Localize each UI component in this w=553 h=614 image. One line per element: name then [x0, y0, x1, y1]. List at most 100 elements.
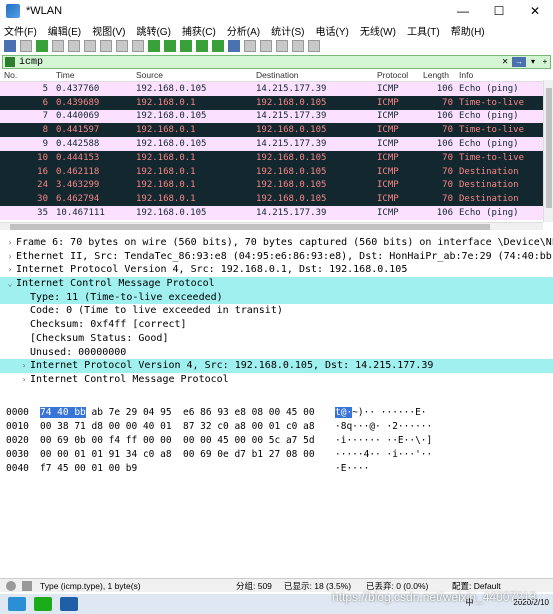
packet-row[interactable]: 5 0.437760 192.168.0.105 14.215.177.39 ICMP 1… — [0, 82, 553, 96]
bytes-ascii-rest[interactable]: ·i······ ··E··\·] — [335, 435, 432, 446]
menu-edit[interactable]: 编辑(E) — [48, 23, 81, 38]
close-file-icon[interactable] — [100, 40, 112, 52]
menu-go[interactable]: 跳转(G) — [136, 23, 170, 38]
packet-row[interactable]: 10 0.444153 192.168.0.1 192.168.0.105 ICMP 70… — [0, 150, 553, 165]
bytes-hex-rest[interactable]: 00 00 01 01 91 34 c0 a8 00 69 0e d7 b1 2… — [40, 449, 315, 460]
detail-tree-item[interactable]: Type: 11 (Time-to-live exceeded) — [0, 290, 553, 305]
col-header-info[interactable]: Info — [455, 70, 541, 81]
bytes-hex-selected[interactable]: 74 40 bb — [40, 407, 86, 418]
packet-list-hscrollbar[interactable] — [0, 222, 543, 230]
expand-arrow-icon[interactable]: ⌄ — [4, 277, 16, 291]
zoom-in-icon[interactable] — [260, 40, 272, 52]
packet-row[interactable]: 7 0.440069 192.168.0.105 14.215.177.39 ICMP 1… — [0, 109, 553, 124]
col-header-length[interactable]: Length — [419, 70, 455, 81]
close-button[interactable]: ✕ — [517, 0, 553, 22]
display-filter-input[interactable] — [18, 56, 499, 68]
menu-telephony[interactable]: 电话(Y) — [316, 23, 349, 38]
detail-tree-item[interactable]: › Internet Protocol Version 4, Src: 192.1… — [0, 263, 553, 277]
apply-filter-button[interactable]: → — [512, 57, 527, 67]
bytes-hex[interactable]: f7 45 00 01 00 b9 — [40, 462, 335, 476]
go-forward-icon[interactable] — [164, 40, 176, 52]
bytes-hex[interactable]: 00 38 71 d8 00 00 40 01 87 32 c0 a8 00 0… — [40, 420, 335, 434]
packet-row[interactable]: 30 6.462794 192.168.0.1 192.168.0.105 ICMP 70… — [0, 192, 553, 207]
bytes-ascii-rest[interactable]: ~)·· ······E· — [352, 407, 426, 418]
col-header-no[interactable]: No. — [0, 70, 52, 81]
menu-tools[interactable]: 工具(T) — [407, 23, 440, 38]
menu-analyze[interactable]: 分析(A) — [227, 23, 260, 38]
expand-arrow-icon[interactable]: › — [4, 236, 16, 250]
menu-wireless[interactable]: 无线(W) — [360, 23, 396, 38]
go-last-icon[interactable] — [212, 40, 224, 52]
packet-row[interactable]: 16 0.462118 192.168.0.1 192.168.0.105 ICMP 70… — [0, 164, 553, 179]
menu-statistics[interactable]: 统计(S) — [271, 23, 304, 38]
add-filter-button[interactable]: + — [540, 57, 550, 67]
go-first-icon[interactable] — [196, 40, 208, 52]
col-header-protocol[interactable]: Protocol — [373, 70, 419, 81]
capture-comment-icon[interactable] — [22, 580, 32, 591]
detail-tree-item[interactable]: › Internet Control Message Protocol — [0, 373, 553, 387]
col-header-source[interactable]: Source — [132, 70, 252, 81]
wireshark-taskbar-icon[interactable] — [60, 597, 78, 611]
zoom-out-icon[interactable] — [276, 40, 288, 52]
bytes-hex[interactable]: 00 69 0b 00 f4 ff 00 00 00 00 45 00 00 5… — [40, 434, 335, 448]
col-header-destination[interactable]: Destination — [252, 70, 373, 81]
browser-taskbar-icon[interactable] — [8, 597, 26, 611]
bytes-hex-rest[interactable]: f7 45 00 01 00 b9 — [40, 463, 137, 474]
bytes-ascii[interactable]: ·i······ ··E··\·] — [335, 434, 535, 448]
bytes-ascii-rest[interactable]: ·····4·· ·i···'·· — [335, 449, 432, 460]
capture-options-icon[interactable] — [52, 40, 64, 52]
bytes-ascii-rest[interactable]: ·E···· — [335, 463, 369, 474]
detail-tree-item[interactable]: › Internet Protocol Version 4, Src: 192.1… — [0, 359, 553, 373]
save-file-icon[interactable] — [84, 40, 96, 52]
filter-dropdown-button[interactable]: ▾ — [528, 57, 538, 67]
bytes-hex-rest[interactable]: 00 69 0b 00 f4 ff 00 00 00 00 45 00 00 5… — [40, 435, 315, 446]
stop-capture-icon[interactable] — [20, 40, 32, 52]
clear-filter-icon[interactable]: ✕ — [500, 57, 510, 67]
bytes-hex-rest[interactable]: ab 7e 29 04 95 e6 86 93 e8 08 00 45 00 — [86, 407, 314, 418]
packet-row[interactable]: 9 0.442588 192.168.0.105 14.215.177.39 ICMP 1… — [0, 137, 553, 151]
detail-tree-item[interactable]: › Ethernet II, Src: TendaTec_86:93:e8 (04… — [0, 250, 553, 264]
normal-size-icon[interactable] — [292, 40, 304, 52]
bytes-hex[interactable]: 74 40 bb ab 7e 29 04 95 e6 86 93 e8 08 0… — [40, 406, 335, 420]
detail-tree-item[interactable]: › Frame 6: 70 bytes on wire (560 bits), 7… — [0, 236, 553, 250]
detail-tree-item[interactable]: Code: 0 (Time to live exceeded in transi… — [0, 304, 553, 318]
packet-row[interactable]: 6 0.439689 192.168.0.1 192.168.0.105 ICMP 70 T… — [0, 95, 553, 110]
wechat-taskbar-icon[interactable] — [34, 597, 52, 611]
go-back-icon[interactable] — [148, 40, 160, 52]
find-packet-icon[interactable] — [132, 40, 144, 52]
bytes-ascii[interactable]: t@·~)·· ······E· — [335, 406, 535, 420]
detail-tree-item[interactable]: ⌄ Internet Control Message Protocol — [0, 277, 553, 291]
menu-file[interactable]: 文件(F) — [4, 23, 37, 38]
menu-help[interactable]: 帮助(H) — [451, 23, 485, 38]
autoscroll-icon[interactable] — [228, 40, 240, 52]
bytes-ascii-rest[interactable]: ·8q···@· ·2······ — [335, 421, 432, 432]
restart-capture-icon[interactable] — [36, 40, 48, 52]
bytes-ascii[interactable]: ·E···· — [335, 462, 535, 476]
expand-arrow-icon[interactable]: › — [4, 263, 16, 277]
open-file-icon[interactable] — [68, 40, 80, 52]
menu-view[interactable]: 视图(V) — [92, 23, 125, 38]
go-to-packet-icon[interactable] — [180, 40, 192, 52]
detail-tree-item[interactable]: [Checksum Status: Good] — [0, 332, 553, 346]
expand-arrow-icon[interactable]: › — [4, 250, 16, 264]
reload-icon[interactable] — [116, 40, 128, 52]
bytes-ascii-selected[interactable]: t@· — [335, 407, 353, 418]
detail-tree-item[interactable]: Checksum: 0xf4ff [correct] — [0, 318, 553, 332]
bytes-ascii[interactable]: ·8q···@· ·2······ — [335, 420, 535, 434]
bytes-hex[interactable]: 00 00 01 01 91 34 c0 a8 00 69 0e d7 b1 2… — [40, 448, 335, 462]
packet-row[interactable]: 8 0.441597 192.168.0.1 192.168.0.105 ICMP 70 T… — [0, 123, 553, 138]
colorize-icon[interactable] — [244, 40, 256, 52]
detail-tree-item[interactable]: Unused: 00000000 — [0, 346, 553, 360]
packet-list-scrollbar[interactable] — [543, 80, 553, 222]
bytes-hex-rest[interactable]: 00 38 71 d8 00 00 40 01 87 32 c0 a8 00 0… — [40, 421, 315, 432]
expand-arrow-icon[interactable]: › — [18, 359, 30, 373]
maximize-button[interactable]: ☐ — [481, 0, 517, 22]
packet-row[interactable]: 35 10.467111 192.168.0.105 14.215.177.39 ICM… — [0, 206, 553, 220]
expert-info-icon[interactable] — [6, 580, 16, 591]
start-capture-icon[interactable] — [4, 40, 16, 52]
resize-columns-icon[interactable] — [308, 40, 320, 52]
packet-row[interactable]: 24 3.463299 192.168.0.1 192.168.0.105 ICMP 70… — [0, 178, 553, 193]
col-header-time[interactable]: Time — [52, 70, 132, 81]
bookmark-icon[interactable] — [5, 57, 15, 67]
minimize-button[interactable]: — — [445, 0, 481, 22]
